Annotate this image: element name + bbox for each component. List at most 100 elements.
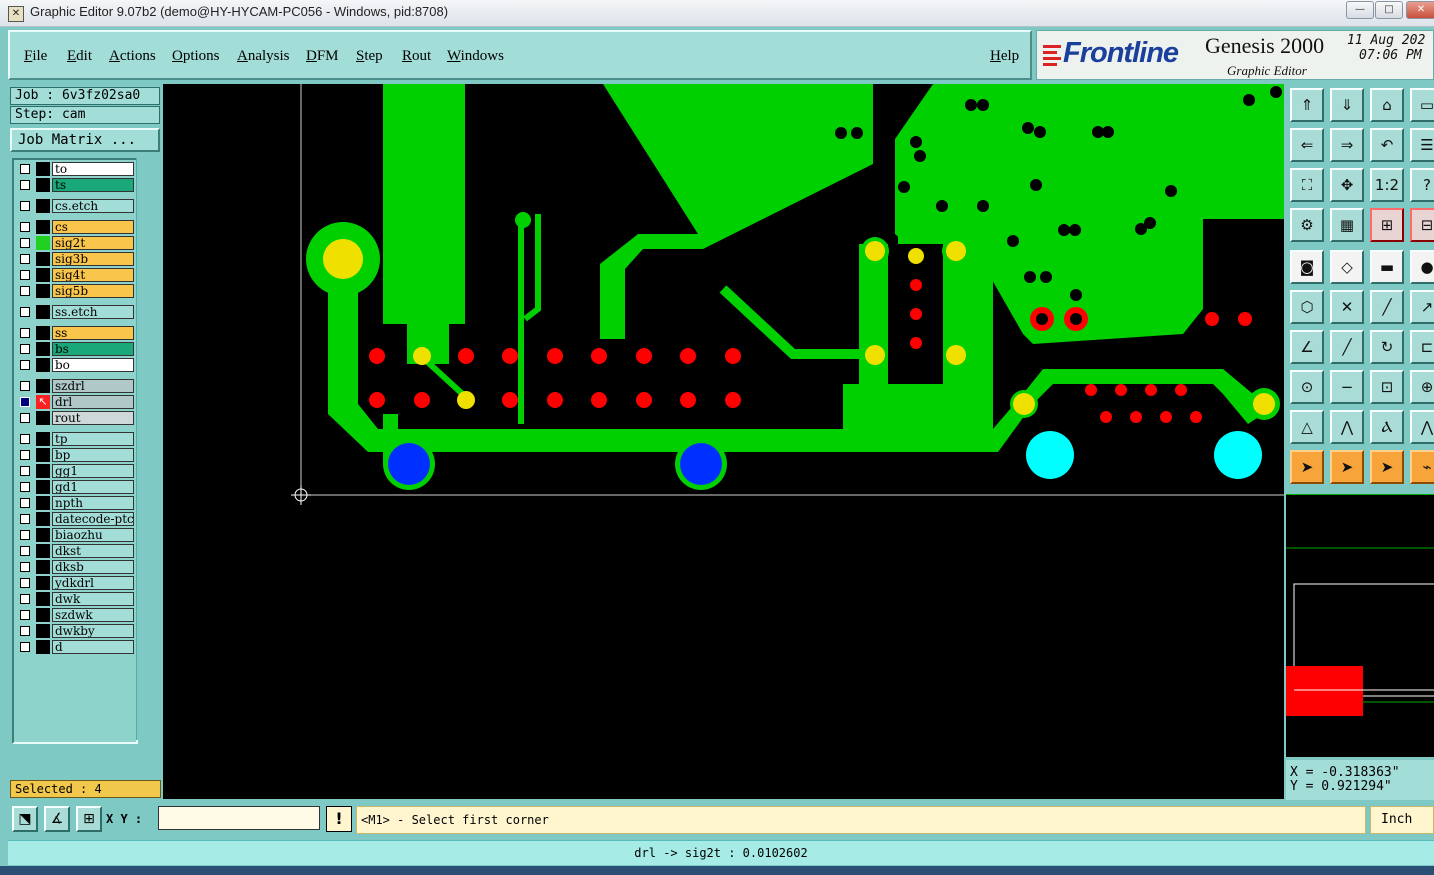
layer-name[interactable]: drl — [52, 395, 134, 409]
pan-icon[interactable]: ✥ — [1330, 168, 1364, 202]
layer-name[interactable]: dksb — [52, 560, 134, 574]
layer-name[interactable]: bs — [52, 342, 134, 356]
layer-affect-toggle[interactable] — [36, 608, 50, 622]
layer-name[interactable]: gg1 — [52, 464, 134, 478]
triangle-d-icon[interactable]: ⋀ — [1410, 410, 1434, 444]
layer-checkbox[interactable] — [20, 530, 30, 540]
layer-row-bo[interactable]: bo — [18, 358, 134, 372]
layer-affect-toggle[interactable] — [36, 326, 50, 340]
ruler-icon[interactable]: ▬ — [1370, 250, 1404, 284]
layer-name[interactable]: sig2t — [52, 236, 134, 250]
layer-row-ydkdrl[interactable]: ydkdrl — [18, 576, 134, 590]
layer-name[interactable]: ss.etch — [52, 305, 134, 319]
layer-checkbox[interactable] — [20, 201, 30, 211]
close-button[interactable]: ✕ — [1406, 1, 1434, 19]
query-icon[interactable]: ? — [1410, 168, 1434, 202]
layer-checkbox[interactable] — [20, 482, 30, 492]
angle-icon[interactable]: ∠ — [1290, 330, 1324, 364]
layer-affect-toggle[interactable] — [36, 358, 50, 372]
layer-affect-toggle[interactable] — [36, 464, 50, 478]
layer-checkbox[interactable] — [20, 180, 30, 190]
arrow-left-icon[interactable]: ⇐ — [1290, 128, 1324, 162]
pointer-icon[interactable]: ➤ — [1290, 450, 1324, 484]
slash-icon[interactable]: ╱ — [1330, 330, 1364, 364]
layer-name[interactable]: ss — [52, 326, 134, 340]
layer-checkbox[interactable] — [20, 626, 30, 636]
pointer-select-icon[interactable]: ➤ — [1330, 450, 1364, 484]
layer-name[interactable]: cs.etch — [52, 199, 134, 213]
layer-row-bp[interactable]: bp — [18, 448, 134, 462]
menu-rout[interactable]: Rout — [402, 48, 431, 65]
layer-affect-toggle[interactable] — [36, 560, 50, 574]
layer-affect-toggle[interactable] — [36, 624, 50, 638]
job-matrix-button[interactable]: Job Matrix ... — [10, 128, 160, 152]
layer-row-ss[interactable]: ss — [18, 326, 134, 340]
layer-checkbox[interactable] — [20, 238, 30, 248]
group-icon[interactable]: ⊕ — [1410, 370, 1434, 404]
layer-checkbox[interactable] — [20, 381, 30, 391]
arc-icon[interactable]: ↗ — [1410, 290, 1434, 324]
layer-checkbox[interactable] — [20, 286, 30, 296]
layer-checkbox[interactable] — [20, 434, 30, 444]
layer-checkbox[interactable] — [20, 578, 30, 588]
layer-checkbox[interactable] — [20, 514, 30, 524]
layer-checkbox[interactable] — [20, 328, 30, 338]
layer-affect-toggle[interactable] — [36, 342, 50, 356]
layer-row-gd1[interactable]: gd1 — [18, 480, 134, 494]
layer-row-biaozhu[interactable]: biaozhu — [18, 528, 134, 542]
layer-row-sig3b[interactable]: sig3b — [18, 252, 134, 266]
layer-affect-toggle[interactable] — [36, 640, 50, 654]
tool-icon[interactable]: ⌁ — [1410, 450, 1434, 484]
layer-name[interactable]: rout — [52, 411, 134, 425]
layer-affect-toggle[interactable] — [36, 379, 50, 393]
layer-row-to[interactable]: to — [18, 162, 134, 176]
arrow-right-icon[interactable]: ⇒ — [1330, 128, 1364, 162]
frame-icon[interactable]: ⊡ — [1370, 370, 1404, 404]
settings-icon[interactable]: ⚙ — [1290, 208, 1324, 242]
layer-checkbox[interactable] — [20, 642, 30, 652]
layer-name[interactable]: gd1 — [52, 480, 134, 494]
layer-checkbox[interactable] — [20, 397, 30, 407]
layer-affect-toggle[interactable] — [36, 592, 50, 606]
layer-name[interactable]: datecode-ptc — [52, 512, 134, 526]
layer-row-d[interactable]: d — [18, 640, 134, 654]
grid-snap-icon[interactable]: ⊞ — [76, 806, 102, 832]
layer-name[interactable]: sig3b — [52, 252, 134, 266]
layer-affect-toggle[interactable] — [36, 480, 50, 494]
layer-affect-toggle[interactable] — [36, 220, 50, 234]
menu-help[interactable]: Help — [990, 48, 1019, 65]
cross-icon[interactable]: ✕ — [1330, 290, 1364, 324]
layer-affect-toggle[interactable] — [36, 284, 50, 298]
snap-icon[interactable]: ⬔ — [12, 806, 38, 832]
components-icon[interactable]: ⊞ — [1370, 208, 1404, 242]
layer-checkbox[interactable] — [20, 610, 30, 620]
list-icon[interactable]: ☰ — [1410, 128, 1434, 162]
units-selector[interactable]: Inch — [1370, 806, 1434, 834]
triangle-a-icon[interactable]: △ — [1290, 410, 1324, 444]
menu-windows[interactable]: Windows — [447, 48, 504, 65]
work-layer-icon[interactable]: ↖ — [36, 395, 50, 409]
layer-row-bs[interactable]: bs — [18, 342, 134, 356]
menu-dfm[interactable]: DFM — [306, 48, 339, 65]
panel-icon[interactable]: ▭ — [1410, 88, 1434, 122]
layer-name[interactable]: npth — [52, 496, 134, 510]
layer-name[interactable]: szdwk — [52, 608, 134, 622]
net-icon[interactable]: ⊟ — [1410, 208, 1434, 242]
zoom-fit-icon[interactable]: ⛶ — [1290, 168, 1324, 202]
menu-analysis[interactable]: Analysis — [237, 48, 290, 65]
triangle-b-icon[interactable]: ⋀ — [1330, 410, 1364, 444]
layer-affect-toggle[interactable] — [36, 178, 50, 192]
menu-edit[interactable]: Edit — [67, 48, 92, 65]
layer-checkbox[interactable] — [20, 222, 30, 232]
grid-icon[interactable]: ▦ — [1330, 208, 1364, 242]
layer-row-ss.etch[interactable]: ss.etch — [18, 305, 134, 319]
layer-affect-toggle[interactable] — [36, 576, 50, 590]
layer-checkbox[interactable] — [20, 360, 30, 370]
layer-affect-toggle[interactable] — [36, 162, 50, 176]
layer-row-sig5b[interactable]: sig5b — [18, 284, 134, 298]
layer-name[interactable]: sig5b — [52, 284, 134, 298]
layer-row-dkst[interactable]: dkst — [18, 544, 134, 558]
layer-name[interactable]: dwk — [52, 592, 134, 606]
layer-list-scrollbar[interactable] — [136, 158, 161, 740]
layer-affect-toggle[interactable] — [36, 496, 50, 510]
